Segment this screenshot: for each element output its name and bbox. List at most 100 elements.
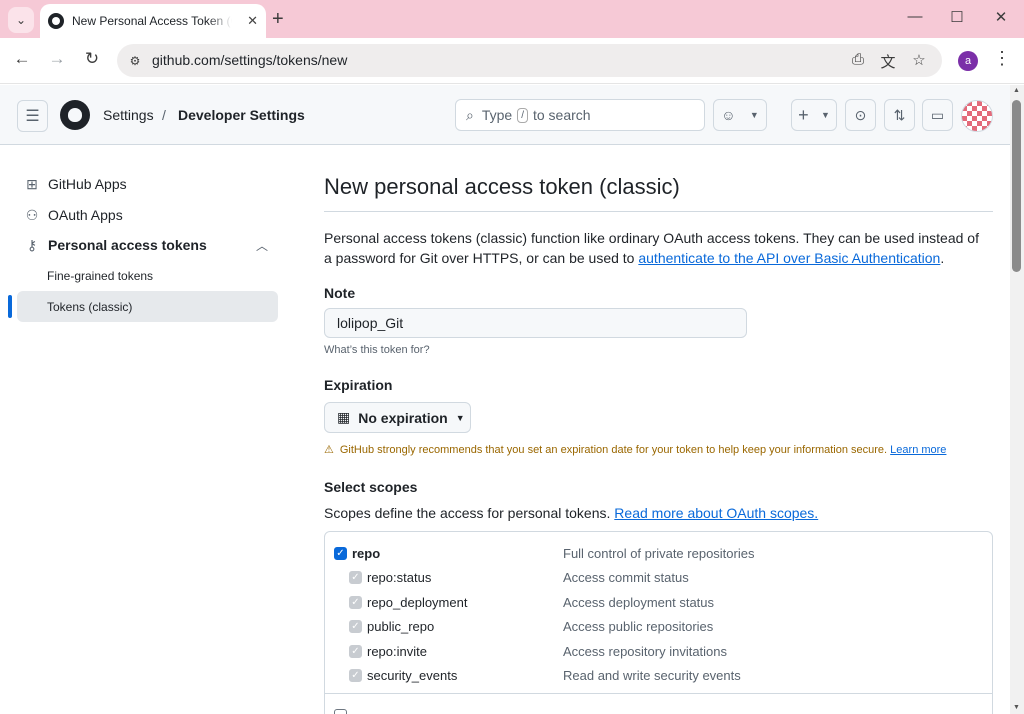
install-app-icon[interactable]: ⎙ [848,51,868,68]
new-tab-button[interactable]: + [272,8,284,30]
tab-close-icon[interactable]: ✕ [247,13,258,29]
scope-desc: Full control of private repositories [563,545,755,561]
sidebar-sub-label: Tokens (classic) [47,299,133,314]
note-input[interactable] [324,308,747,338]
site-info-icon[interactable]: ⚙ [126,52,144,70]
next-scope-checkbox[interactable] [334,708,347,714]
breadcrumb-settings[interactable]: Settings [103,107,154,123]
sidebar-item-oauth-apps[interactable]: ⚇ OAuth Apps [17,200,278,230]
expiration-dropdown[interactable]: ▦ No expiration ▼ [324,402,471,433]
plus-icon: + [798,104,809,125]
copilot-button[interactable]: ☺ ▼ [713,99,767,131]
scope-row-repo-invite: ✓ repo:invite Access repository invitati… [325,639,992,663]
scroll-up-icon[interactable]: ▲ [1012,87,1021,94]
sidebar-item-personal-access-tokens[interactable]: ⚷ Personal access tokens ︿ [17,230,278,260]
breadcrumb-separator: / [162,107,166,123]
window-close-icon[interactable]: ✕ [986,8,1016,26]
key-icon: ⚷ [26,236,38,253]
scopes-description: Scopes define the access for personal to… [324,505,818,521]
scope-desc: Access public repositories [563,618,714,634]
search-shortcut-key: / [517,107,528,123]
maximize-icon[interactable]: ☐ [942,8,972,26]
expiration-value: No expiration [358,409,448,426]
public-repo-checkbox[interactable]: ✓ [349,619,362,633]
apps-grid-icon: ⊞ [26,175,38,192]
scope-row-public-repo: ✓ public_repo Access public repositories [325,614,992,638]
alert-triangle-icon: ⚠ [324,444,334,456]
scope-row-next [325,703,992,714]
copilot-icon: ☺ [721,107,736,123]
browser-menu-icon[interactable]: ⋮ [993,48,1011,69]
scope-desc: Access commit status [563,569,689,585]
tab-search-chevron-icon[interactable]: ⌄ [8,7,34,33]
scroll-down-icon[interactable]: ▼ [1012,704,1021,711]
create-new-button[interactable]: + ▼ [791,99,837,131]
chevron-up-icon[interactable]: ︿ [256,237,268,254]
scrollbar-thumb[interactable] [1012,100,1021,272]
scope-name: public_repo [367,618,435,634]
github-logo-icon[interactable] [60,100,90,130]
browser-tab[interactable]: New Personal Access Token (Classic) ✕ [40,4,266,38]
hamburger-menu-icon[interactable]: ☰ [17,100,48,132]
search-placeholder-prefix: Type [481,107,513,123]
caret-down-icon: ▼ [455,412,465,423]
sidebar-item-github-apps[interactable]: ⊞ GitHub Apps [17,169,278,199]
issues-icon[interactable]: ⊙ [845,99,876,131]
page-title: New personal access token (classic) [324,174,680,199]
scope-name: security_events [367,667,458,683]
bookmark-star-icon[interactable]: ☆ [909,51,929,69]
scope-desc: Access deployment status [563,594,715,610]
sidebar-sub-label: Fine-grained tokens [47,268,154,283]
user-avatar[interactable] [961,100,993,132]
browser-tab-strip: ⌄ New Personal Access Token (Classic) ✕ … [0,0,1024,38]
intro-end: . [940,250,945,266]
oauth-scopes-link[interactable]: Read more about OAuth scopes. [614,505,818,521]
pull-requests-icon[interactable]: ⇅ [884,99,915,131]
github-favicon-icon [48,13,64,29]
sidebar-item-tokens-classic[interactable]: Tokens (classic) [17,291,278,322]
search-placeholder-suffix: to search [532,107,591,123]
breadcrumb-developer-settings[interactable]: Developer Settings [178,107,305,123]
repo-invite-checkbox[interactable]: ✓ [349,644,362,658]
profile-avatar[interactable]: a [958,51,978,71]
repo-status-checkbox[interactable]: ✓ [349,570,362,584]
url-text[interactable]: github.com/settings/tokens/new [152,52,347,68]
active-indicator [8,295,12,318]
scopes-table: ✓ repo Full control of private repositor… [324,531,993,714]
basic-auth-link[interactable]: authenticate to the API over Basic Authe… [638,250,940,266]
translate-icon[interactable]: 文 [878,51,898,72]
repo-deployment-checkbox[interactable]: ✓ [349,595,362,609]
select-scopes-label: Select scopes [324,479,418,495]
minimize-icon[interactable]: — [900,8,930,25]
security-events-checkbox[interactable]: ✓ [349,668,362,682]
scope-row-security-events: ✓ security_events Read and write securit… [325,663,992,687]
back-arrow-icon[interactable]: ← [10,49,34,69]
learn-more-link[interactable]: Learn more [890,444,946,456]
sidebar-item-fine-grained-tokens[interactable]: Fine-grained tokens [17,260,278,291]
forward-arrow-icon[interactable]: → [45,49,69,69]
note-hint: What’s this token for? [324,344,430,356]
scope-group-divider [325,693,992,694]
inbox-icon[interactable]: ▭ [922,99,953,131]
search-icon: ⌕ [466,106,474,123]
github-header: ☰ Settings / Developer Settings ⌕ Type /… [0,85,1010,145]
expiration-warning: ⚠ GitHub strongly recommends that you set… [324,443,946,456]
person-icon: ⚇ [25,206,39,223]
scope-desc: Access repository invitations [563,643,728,659]
scope-row-repo-deployment: ✓ repo_deployment Access deployment stat… [325,590,992,614]
scope-name: repo:invite [367,643,427,659]
scope-name: repo:status [367,569,432,585]
address-bar[interactable]: ⚙ github.com/settings/tokens/new ⎙ 文 ☆ [117,44,942,77]
tab-title: New Personal Access Token (Classic) [72,14,232,28]
search-input[interactable]: ⌕ Type / to search [455,99,705,131]
chevron-down-icon: ▼ [749,110,759,120]
scope-name: repo [352,545,381,561]
scope-row-repo-status: ✓ repo:status Access commit status [325,565,992,589]
reload-icon[interactable]: ↻ [80,49,104,69]
browser-toolbar: ← → ↻ ⚙ github.com/settings/tokens/new ⎙… [0,38,1024,84]
warning-text: GitHub strongly recommends that you set … [339,444,888,456]
chevron-down-icon: ▼ [820,110,830,120]
calendar-icon: ▦ [337,409,351,425]
title-divider [324,211,993,212]
repo-checkbox[interactable]: ✓ [334,546,347,560]
